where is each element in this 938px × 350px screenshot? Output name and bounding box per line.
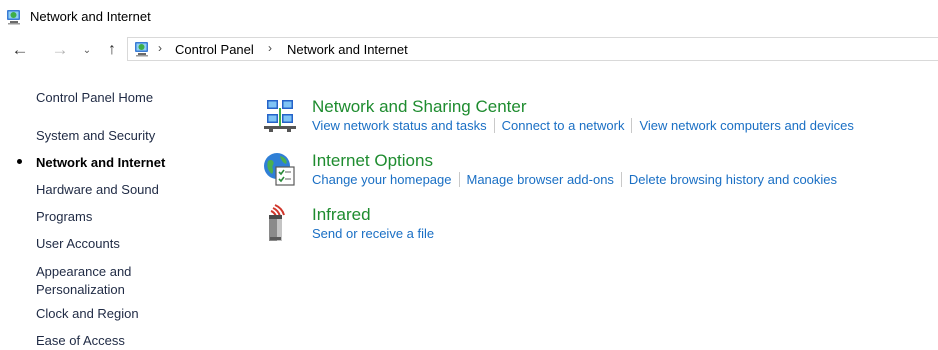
view-network-status-link[interactable]: View network status and tasks <box>312 118 487 133</box>
window-title: Network and Internet <box>30 9 151 24</box>
infrared-icon[interactable] <box>260 204 300 244</box>
send-or-receive-file-link[interactable]: Send or receive a file <box>312 226 434 241</box>
address-bar[interactable]: › Control Panel › Network and Internet <box>127 37 938 61</box>
infrared-tasks: Send or receive a file <box>312 226 434 241</box>
sidebar-item-appearance-and-personalization[interactable]: Appearance and Personalization <box>36 263 131 299</box>
connect-to-network-link[interactable]: Connect to a network <box>502 118 625 133</box>
sidebar-item-hardware-and-sound[interactable]: Hardware and Sound <box>36 181 159 199</box>
sidebar-item-programs[interactable]: Programs <box>36 208 92 226</box>
up-arrow-icon[interactable]: ↑ <box>101 38 123 62</box>
sidebar-item-ease-of-access[interactable]: Ease of Access <box>36 332 125 350</box>
forward-arrow-icon[interactable]: → <box>49 38 71 62</box>
sidebar-item-system-and-security[interactable]: System and Security <box>36 127 155 145</box>
sidebar: Control Panel Home System and Security N… <box>0 80 240 350</box>
breadcrumb-separator-icon[interactable]: › <box>268 41 272 55</box>
view-network-computers-link[interactable]: View network computers and devices <box>639 118 853 133</box>
breadcrumb-network-and-internet[interactable]: Network and Internet <box>287 42 408 57</box>
category-internet-options: Internet Options Change your homepage Ma… <box>258 150 938 196</box>
link-divider <box>620 172 622 187</box>
link-divider <box>493 118 495 133</box>
category-network-and-sharing-center: Network and Sharing Center View network … <box>258 96 938 142</box>
link-divider <box>458 172 460 187</box>
change-homepage-link[interactable]: Change your homepage <box>312 172 452 187</box>
sidebar-item-user-accounts[interactable]: User Accounts <box>36 235 120 253</box>
internet-options-tasks: Change your homepage Manage browser add-… <box>312 172 837 187</box>
network-sharing-icon[interactable] <box>260 96 300 136</box>
sidebar-item-control-panel-home[interactable]: Control Panel Home <box>36 89 153 107</box>
delete-browsing-history-link[interactable]: Delete browsing history and cookies <box>629 172 837 187</box>
title-bar: Network and Internet <box>0 0 938 34</box>
breadcrumb-control-panel[interactable]: Control Panel <box>175 42 254 57</box>
link-divider <box>631 118 633 133</box>
current-item-bullet-icon <box>17 159 22 164</box>
breadcrumb-separator-icon[interactable]: › <box>158 41 162 55</box>
sidebar-item-network-and-internet[interactable]: Network and Internet <box>36 154 165 172</box>
manage-browser-addons-link[interactable]: Manage browser add-ons <box>467 172 614 187</box>
recent-locations-chevron-icon[interactable]: ⌄ <box>80 38 94 62</box>
network-globe-icon <box>7 10 20 25</box>
control-panel-icon <box>135 42 148 57</box>
navigation-bar: ← → ⌄ ↑ › Control Panel › Network and In… <box>0 36 938 64</box>
back-arrow-icon[interactable]: ← <box>9 38 31 62</box>
infrared-link[interactable]: Infrared <box>312 204 371 226</box>
network-and-sharing-center-link[interactable]: Network and Sharing Center <box>312 96 527 118</box>
network-and-sharing-center-tasks: View network status and tasks Connect to… <box>312 118 854 133</box>
sidebar-item-clock-and-region[interactable]: Clock and Region <box>36 305 139 323</box>
category-infrared: Infrared Send or receive a file <box>258 204 938 250</box>
internet-options-link[interactable]: Internet Options <box>312 150 433 172</box>
internet-options-icon[interactable] <box>260 150 300 190</box>
